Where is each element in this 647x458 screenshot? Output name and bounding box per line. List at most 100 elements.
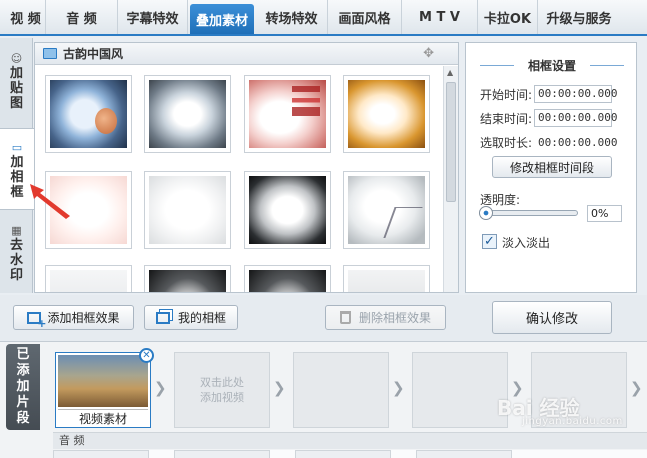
add-video-hint-line1: 双击此处 — [200, 376, 244, 389]
tab-transition-effects[interactable]: 转场特效 — [256, 0, 328, 34]
add-frame-effect-label: 添加相框效果 — [47, 311, 120, 325]
frame-preview-image — [348, 80, 425, 148]
frames-panel: 古韵中国风 ✥ ▲ — [34, 42, 459, 293]
tab-mtv[interactable]: M T V — [402, 0, 478, 34]
frame-preview-image — [149, 270, 226, 292]
duration-value: 00:00:00.000 — [538, 136, 618, 149]
side-tab-remove-watermark[interactable]: ▦ 去水印 — [0, 224, 33, 283]
audio-track-row: 音 频 — [53, 432, 647, 449]
move-icon[interactable]: ✥ — [423, 46, 434, 61]
end-time-label: 结束时间: — [480, 111, 533, 126]
frame-settings-panel: 相框设置 开始时间: 00:00:00.000 结束时间: 00:00:00.0… — [465, 42, 637, 293]
image-icon — [43, 48, 57, 59]
frame-thumbnail[interactable] — [45, 75, 132, 153]
mosaic-icon: ▦ — [11, 224, 22, 237]
frame-preview-image — [149, 80, 226, 148]
start-time-label: 开始时间: — [480, 87, 533, 102]
side-tab-add-sticker-label: 加贴图 — [9, 66, 23, 111]
audio-slot[interactable] — [53, 450, 149, 458]
frame-preview-image — [249, 270, 326, 292]
added-clips-label: 已添加片段 — [6, 344, 40, 430]
smiley-icon: ☺ — [10, 52, 23, 65]
frame-preview-image — [149, 176, 226, 244]
duration-label: 选取时长: — [480, 136, 533, 150]
tab-upgrade-service[interactable]: 升级与服务 — [538, 0, 620, 34]
start-time-input[interactable]: 00:00:00.000 — [534, 85, 618, 103]
tab-overlay-material[interactable]: 叠加素材 — [190, 4, 254, 34]
opacity-slider[interactable] — [479, 206, 578, 220]
frame-thumbnail[interactable] — [45, 265, 132, 292]
tab-karaoke[interactable]: 卡拉OK — [478, 0, 538, 34]
tab-video[interactable]: 视 频 — [6, 0, 46, 34]
frame-preview-image — [50, 80, 127, 148]
end-time-input[interactable]: 00:00:00.000 — [534, 109, 618, 127]
frame-add-icon: ▭ — [11, 141, 23, 154]
baidu-watermark-url: jingyan.baidu.com — [522, 416, 623, 427]
remove-clip-close-icon[interactable]: ✕ — [139, 348, 154, 363]
frames-panel-header: 古韵中国风 ✥ — [35, 43, 458, 65]
add-frame-effect-button[interactable]: 添加相框效果 — [13, 305, 134, 330]
modify-frame-segment-button[interactable]: 修改相框时间段 — [492, 156, 612, 178]
empty-clip-slot[interactable] — [293, 352, 389, 428]
opacity-value-input[interactable]: 0% — [587, 205, 622, 222]
side-tab-add-frame-label: 加相框 — [10, 155, 24, 200]
side-tab-add-sticker[interactable]: ☺ 加贴图 — [0, 52, 33, 111]
frame-thumbnail[interactable] — [144, 171, 231, 249]
my-frames-label: 我的相框 — [177, 311, 226, 325]
left-side-tabs: ☺ 加贴图 ▭ 加相框 ▦ 去水印 — [0, 38, 34, 293]
frame-thumbnail[interactable] — [343, 75, 430, 153]
tab-picture-style[interactable]: 画面风格 — [328, 0, 402, 34]
scrollbar-thumb[interactable] — [446, 82, 456, 202]
frame-preview-image — [348, 270, 425, 292]
frame-thumbnail[interactable] — [244, 171, 331, 249]
fade-row: 淡入淡出 — [502, 234, 550, 251]
red-annotation-arrow-icon — [30, 184, 70, 219]
clip-thumbnail — [58, 355, 148, 407]
audio-slot[interactable] — [295, 450, 391, 458]
frame-thumbnail[interactable] — [144, 265, 231, 292]
end-time-row: 结束时间: 00:00:00.000 — [480, 109, 618, 127]
chevron-right-icon: ❯ — [273, 379, 286, 397]
scroll-up-icon[interactable]: ▲ — [447, 68, 453, 77]
my-frames-button[interactable]: 我的相框 — [144, 305, 238, 330]
frame-thumbnail[interactable] — [244, 265, 331, 292]
empty-clip-slot[interactable]: 双击此处 添加视频 — [174, 352, 270, 428]
audio-slot[interactable] — [416, 450, 512, 458]
frame-preview-image — [249, 80, 326, 148]
add-video-hint-line2: 添加视频 — [200, 391, 244, 404]
delete-frame-effect-button[interactable]: 删除相框效果 — [325, 305, 446, 330]
chevron-right-icon: ❯ — [154, 379, 167, 397]
video-clip[interactable]: 视频素材 — [55, 352, 151, 428]
frame-thumbnail[interactable] — [343, 265, 430, 292]
frame-thumbnail[interactable] — [343, 171, 430, 249]
frames-stack-icon — [155, 311, 170, 324]
audio-slot[interactable] — [174, 450, 270, 458]
fade-in-out-checkbox[interactable]: ✓ — [482, 234, 497, 249]
audio-track-slots — [53, 450, 647, 458]
chevron-right-icon: ❯ — [392, 379, 405, 397]
frame-thumbnail[interactable] — [244, 75, 331, 153]
add-video-hint: 双击此处 添加视频 — [175, 353, 269, 427]
tab-subtitle-effects[interactable]: 字幕特效 — [118, 0, 188, 34]
side-tab-remove-watermark-label: 去水印 — [9, 238, 23, 283]
top-tab-bar: 视 频 音 频 字幕特效 叠加素材 转场特效 画面风格 M T V 卡拉OK 升… — [0, 0, 647, 36]
frame-preview-image — [249, 176, 326, 244]
frames-scrollbar[interactable]: ▲ — [443, 66, 458, 292]
frame-preview-image — [50, 270, 127, 292]
confirm-modify-button[interactable]: 确认修改 — [492, 301, 612, 334]
clip-label: 视频素材 — [58, 409, 148, 427]
delete-frame-effect-label: 删除相框效果 — [358, 311, 431, 325]
add-frame-icon — [27, 311, 46, 330]
fade-in-out-label: 淡入淡出 — [502, 236, 551, 250]
frame-thumbnail[interactable] — [144, 75, 231, 153]
empty-clip-slot[interactable] — [412, 352, 508, 428]
trash-icon — [339, 311, 351, 324]
divider — [590, 65, 624, 66]
duration-row: 选取时长: 00:00:00.000 — [480, 134, 618, 151]
chevron-right-icon: ❯ — [630, 379, 643, 397]
tab-audio[interactable]: 音 频 — [46, 0, 118, 34]
opacity-slider-knob[interactable] — [479, 206, 493, 220]
action-button-row: 添加相框效果 我的相框 删除相框效果 确认修改 — [0, 295, 647, 341]
audio-track-label: 音 频 — [59, 434, 85, 447]
added-clips-label-text: 已添加片段 — [16, 347, 30, 426]
